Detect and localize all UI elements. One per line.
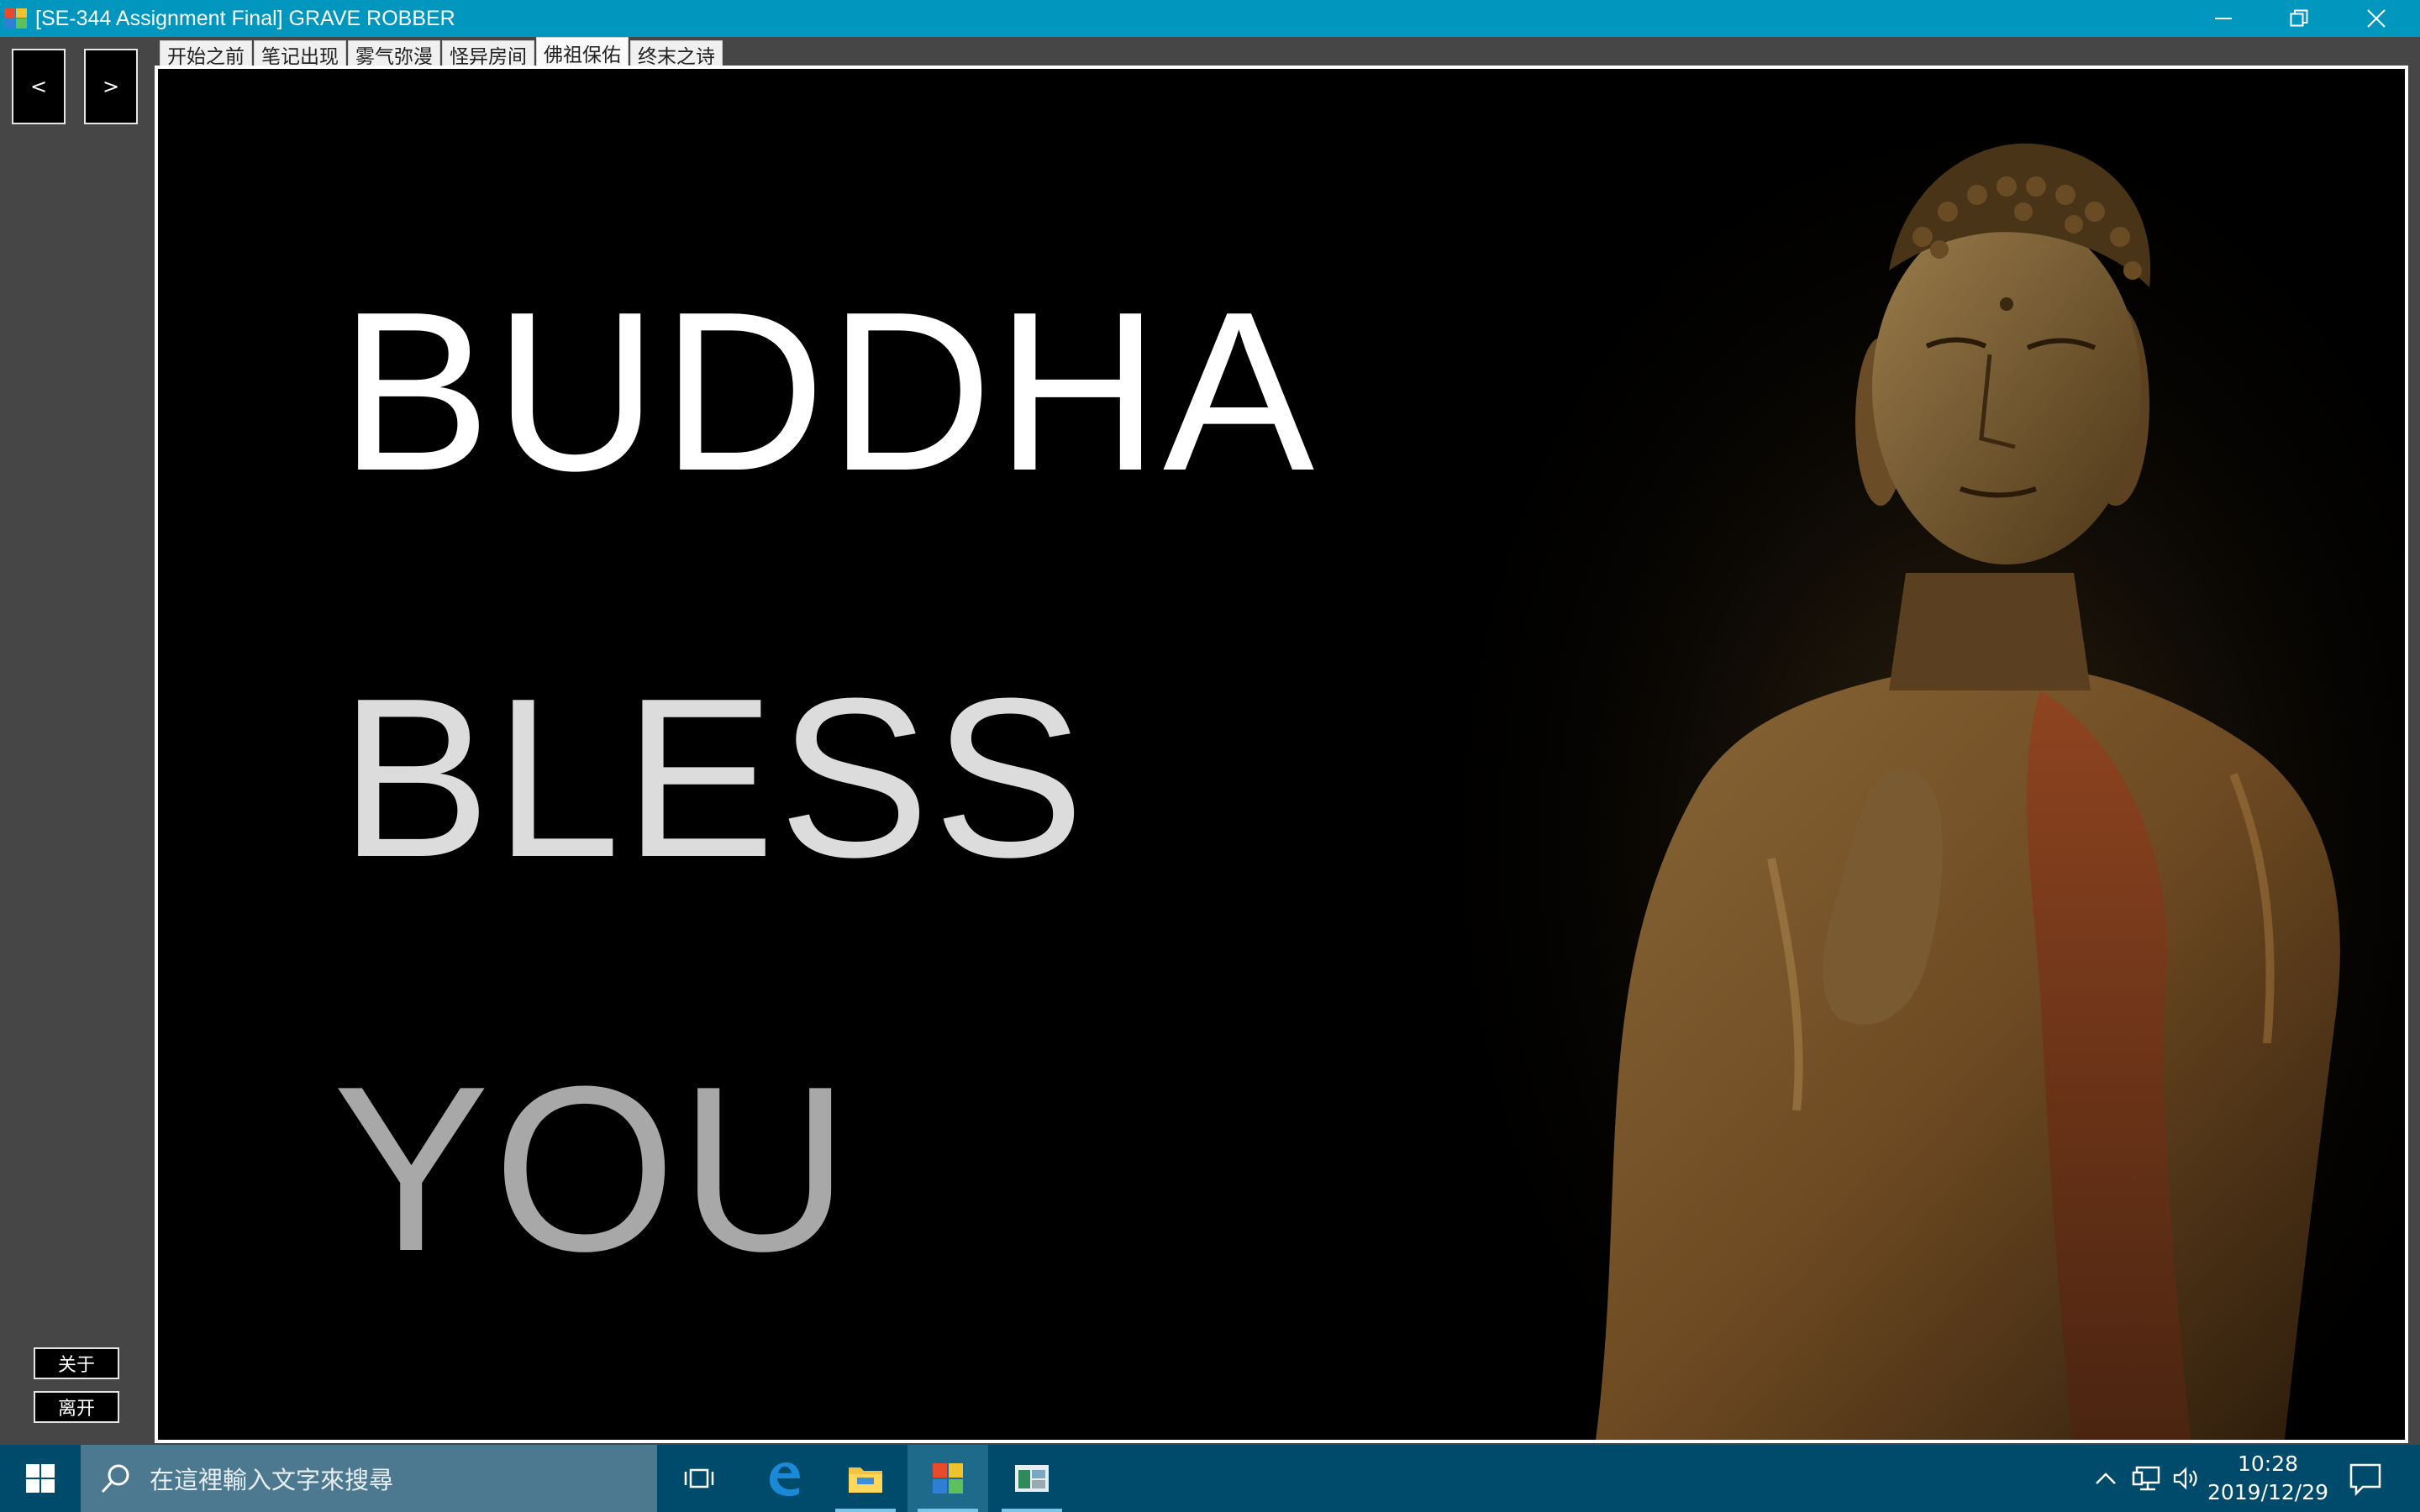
show-hidden-icons-button[interactable] — [2089, 1462, 2123, 1495]
search-placeholder: 在這裡輸入文字來搜尋 — [150, 1466, 394, 1494]
network-button[interactable] — [2129, 1462, 2163, 1495]
close-icon — [2367, 9, 2386, 28]
running-indicator — [835, 1509, 896, 1512]
tab-strange-room[interactable]: 怪异房间 — [442, 40, 534, 68]
windows-logo-icon — [26, 1464, 55, 1493]
window-title: [SE-344 Assignment Final] GRAVE ROBBER — [35, 7, 455, 30]
action-center-button[interactable] — [2341, 1458, 2388, 1499]
chevron-up-icon — [2096, 1473, 2116, 1484]
tab-fog-spreads[interactable]: 雾气弥漫 — [348, 40, 440, 68]
task-view-button[interactable] — [659, 1445, 739, 1512]
headline-you: YOU — [333, 1038, 853, 1300]
second-app-taskbar-button[interactable] — [992, 1445, 1072, 1512]
title-bar: [SE-344 Assignment Final] GRAVE ROBBER — [0, 0, 2420, 37]
grave-robber-taskbar-button[interactable] — [908, 1445, 988, 1512]
headline-buddha: BUDDHA — [339, 265, 1318, 518]
slide-canvas: BUDDHA BLESS YOU — [158, 69, 2405, 1440]
minimize-button[interactable] — [2186, 0, 2260, 37]
client-area: < > 开始之前 笔记出现 雾气弥漫 怪异房间 佛祖保佑 终末之诗 BUDDHA… — [0, 37, 2420, 1445]
next-button[interactable]: > — [84, 49, 138, 124]
app-icon[interactable] — [3, 7, 29, 30]
edge-icon — [770, 1462, 800, 1496]
clock-time: 10:28 — [2237, 1452, 2299, 1476]
clock-date: 2019/12/29 — [2207, 1480, 2329, 1504]
minimize-icon — [2215, 18, 2232, 19]
running-indicator — [1002, 1509, 1062, 1512]
tab-notes-appear[interactable]: 笔记出现 — [254, 40, 346, 68]
restore-icon — [2290, 9, 2308, 27]
close-button[interactable] — [2339, 0, 2413, 37]
tab-before-start[interactable]: 开始之前 — [160, 40, 252, 68]
network-icon — [2132, 1466, 2160, 1491]
search-icon — [101, 1464, 129, 1494]
headline-bless: BLESS — [339, 652, 1088, 905]
volume-button[interactable] — [2170, 1462, 2203, 1495]
grave-robber-app-icon — [933, 1463, 963, 1494]
tab-page-panel: BUDDHA BLESS YOU — [155, 66, 2408, 1443]
file-explorer-icon — [849, 1467, 882, 1493]
taskbar-search-box[interactable]: 在這裡輸入文字來搜尋 — [81, 1445, 657, 1512]
tab-buddha-bless[interactable]: 佛祖保佑 — [536, 37, 629, 67]
start-button[interactable] — [0, 1445, 81, 1512]
about-button[interactable]: 关于 — [34, 1347, 119, 1379]
file-explorer-button[interactable] — [825, 1445, 906, 1512]
taskbar: 在這裡輸入文字來搜尋 10:28 2019/12/29 — [0, 1445, 2420, 1512]
volume-icon — [2173, 1467, 2197, 1490]
buddha-statue-image — [1435, 102, 2405, 1440]
notification-icon — [2349, 1463, 2381, 1497]
previous-button[interactable]: < — [12, 49, 66, 124]
tab-final-poem[interactable]: 终末之诗 — [630, 40, 723, 68]
edge-browser-button[interactable] — [743, 1445, 823, 1512]
tab-strip: 开始之前 笔记出现 雾气弥漫 怪异房间 佛祖保佑 终末之诗 — [160, 37, 724, 68]
second-app-icon — [1015, 1465, 1049, 1492]
restore-button[interactable] — [2262, 0, 2336, 37]
task-view-icon — [684, 1468, 714, 1488]
running-indicator — [918, 1509, 978, 1512]
system-clock[interactable]: 10:28 2019/12/29 — [2205, 1450, 2331, 1509]
exit-button[interactable]: 离开 — [34, 1391, 119, 1423]
